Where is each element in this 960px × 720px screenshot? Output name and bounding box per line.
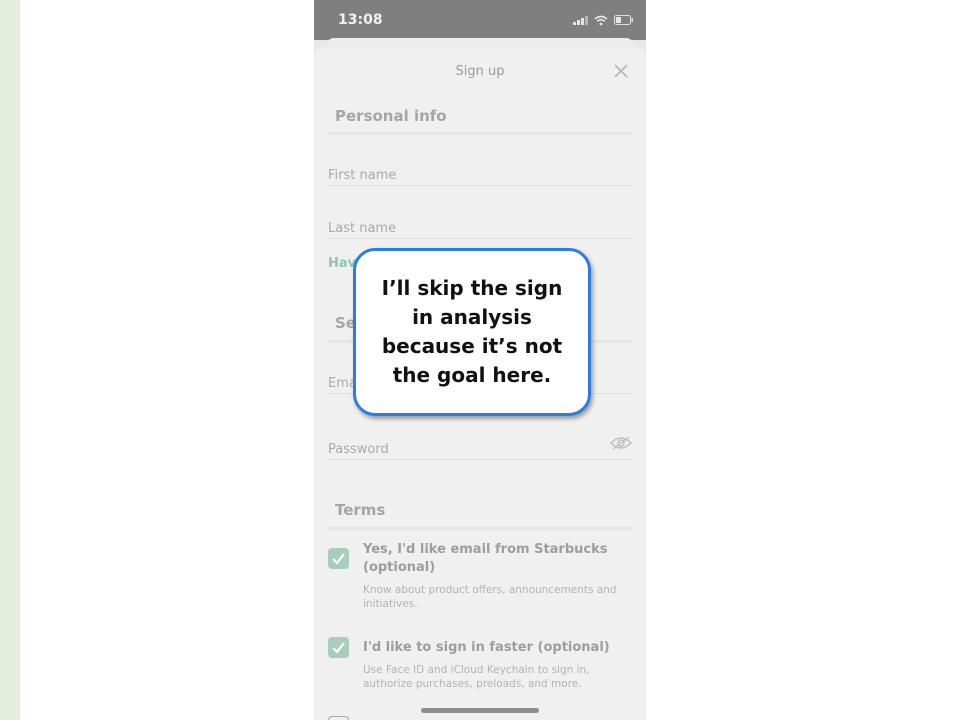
faster-sign-in-title: I'd like to sign in faster (optional): [363, 640, 610, 655]
email-opt-in-checkbox[interactable]: [328, 548, 349, 569]
checkmark-icon: [332, 553, 345, 565]
checkmark-icon: [332, 642, 345, 654]
faster-sign-in-checkbox[interactable]: [328, 637, 349, 658]
email-opt-in-description: Know about product offers, announcements…: [363, 584, 617, 610]
status-bar: 13:08: [314, 0, 646, 40]
last-name-field[interactable]: Last name: [328, 217, 632, 239]
annotation-callout: I’ll skip the sign in analysis because i…: [353, 248, 591, 416]
email-opt-in-title: Yes, I'd like email from Starbucks (opti…: [363, 542, 608, 575]
status-time: 13:08: [338, 12, 383, 28]
signal-icon: [573, 15, 588, 25]
first-name-field[interactable]: First name: [328, 164, 632, 186]
password-field[interactable]: Password: [328, 438, 632, 460]
slide-side-bar: [0, 0, 20, 720]
sheet-title: Sign up: [455, 64, 505, 79]
battery-icon: [614, 15, 633, 25]
status-icons: [573, 13, 634, 27]
faster-sign-in-description: Use Face ID and iCloud Keychain to sign …: [363, 664, 590, 690]
personal-info-heading: Personal info: [328, 107, 632, 135]
wifi-icon: [594, 15, 608, 25]
home-indicator[interactable]: [421, 708, 539, 713]
eye-off-icon[interactable]: [610, 436, 632, 450]
callout-text: I’ll skip the sign in analysis because i…: [381, 276, 563, 387]
partial-checkbox[interactable]: [328, 716, 349, 720]
close-icon[interactable]: [612, 62, 630, 80]
terms-heading: Terms: [328, 501, 632, 530]
